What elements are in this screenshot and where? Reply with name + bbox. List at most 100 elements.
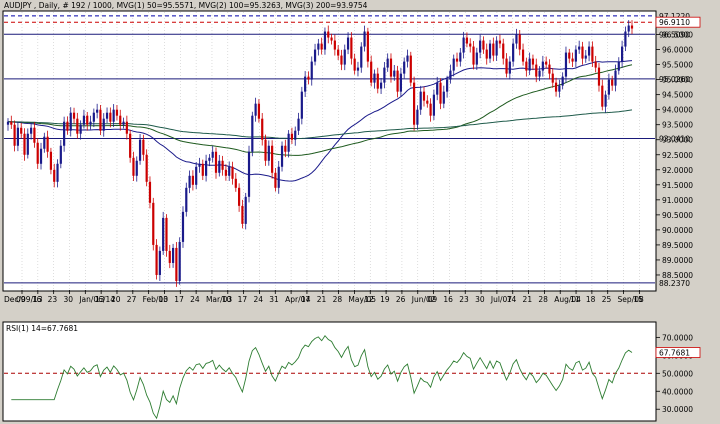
price-tick-label: 92.0000	[662, 166, 693, 175]
candle-body	[393, 70, 396, 77]
candle-body	[310, 61, 313, 80]
candle-body	[244, 196, 247, 224]
candle-body	[439, 82, 442, 104]
time-tick-label: 23	[48, 295, 58, 304]
candle-body	[76, 118, 79, 134]
candle-body	[607, 79, 610, 95]
candle-body	[313, 49, 317, 62]
time-tick-label: 24	[253, 295, 263, 304]
candle-body	[353, 58, 356, 71]
candle-body	[228, 166, 231, 176]
rsi-tick-label: 50.0000	[662, 369, 693, 378]
candle-body	[505, 58, 508, 74]
candle-body	[224, 169, 228, 176]
candle-body	[43, 136, 46, 149]
candle-body	[620, 46, 624, 62]
candle-body	[148, 181, 152, 203]
candle-body	[122, 121, 125, 125]
candle-body	[455, 58, 459, 62]
candle-body	[214, 151, 218, 173]
candle-body	[432, 94, 436, 116]
candle-body	[630, 25, 634, 29]
candle-body	[508, 61, 511, 74]
candle-body	[340, 55, 343, 65]
rsi-tick-label: 30.0000	[662, 405, 693, 414]
candle-body	[521, 49, 525, 62]
candle-body	[284, 145, 287, 152]
candle-body	[92, 112, 95, 122]
candle-body	[545, 61, 548, 65]
candle-body	[162, 217, 165, 251]
candle-body	[188, 175, 191, 188]
candle-body	[39, 148, 43, 164]
candle-body	[16, 127, 20, 146]
candle-body	[376, 73, 379, 89]
candle-body	[360, 46, 363, 68]
candle-body	[330, 37, 333, 41]
candle-body	[541, 61, 544, 71]
candle-body	[102, 118, 105, 131]
candle-body	[135, 160, 138, 176]
candle-body	[13, 124, 16, 146]
candle-body	[105, 112, 109, 119]
candle-body	[383, 67, 386, 83]
time-tick-label: 11	[570, 295, 580, 304]
candle-body	[525, 61, 528, 71]
candle-body	[436, 82, 439, 95]
time-tick-label: 10	[222, 295, 232, 304]
candle-body	[317, 43, 320, 50]
candle-body	[56, 163, 59, 182]
candle-body	[23, 133, 26, 155]
candle-body	[515, 34, 518, 44]
time-tick-label: 20	[111, 295, 121, 304]
candle-body	[247, 151, 251, 197]
candle-body	[551, 73, 554, 83]
candle-body	[469, 43, 472, 47]
time-tick-label: 14	[301, 295, 311, 304]
candle-body	[195, 166, 198, 185]
candle-body	[201, 163, 204, 176]
price-tick-label: 95.5000	[662, 61, 693, 70]
candle-body	[158, 250, 161, 275]
rsi-tick-label: 40.0000	[662, 387, 693, 396]
candle-body	[82, 115, 86, 125]
candle-body	[145, 154, 148, 182]
time-tick-label: 16	[32, 295, 42, 304]
candle-body	[218, 160, 221, 173]
candle-body	[366, 31, 369, 62]
candle-body	[294, 130, 297, 140]
candle-body	[119, 115, 122, 125]
candle-body	[79, 124, 82, 134]
rsi-pane	[2, 321, 657, 422]
candle-body	[426, 100, 429, 104]
time-tick-label: 13	[95, 295, 105, 304]
price-tick-label: 93.5000	[662, 121, 693, 130]
candle-body	[578, 46, 581, 50]
candle-body	[251, 115, 254, 152]
candle-body	[337, 49, 340, 56]
candle-body	[429, 103, 432, 116]
candle-body	[46, 136, 49, 152]
candle-body	[554, 82, 558, 92]
time-tick-label: 31	[269, 295, 279, 304]
candle-body	[535, 64, 538, 77]
candle-body	[406, 55, 409, 62]
price-tick-label: 94.0000	[662, 106, 693, 115]
time-tick-label: 26	[396, 295, 406, 304]
candle-body	[66, 121, 69, 131]
candle-body	[99, 109, 102, 131]
candle-body	[26, 133, 29, 155]
candle-body	[512, 43, 515, 62]
candle-body	[459, 52, 462, 62]
candle-body	[280, 145, 284, 167]
candle-body	[53, 169, 56, 182]
price-tick-label: 90.0000	[662, 226, 693, 235]
candle-body	[373, 73, 376, 83]
candle-body	[208, 157, 211, 161]
time-tick-label: 19	[380, 295, 390, 304]
candle-body	[446, 79, 449, 92]
chart-canvas[interactable]: AUDJPY , Daily, # 192 / 1000, MVG(1) 50=…	[0, 0, 720, 424]
candle-body	[614, 70, 617, 86]
candle-body	[591, 46, 594, 62]
candle-body	[548, 64, 551, 74]
